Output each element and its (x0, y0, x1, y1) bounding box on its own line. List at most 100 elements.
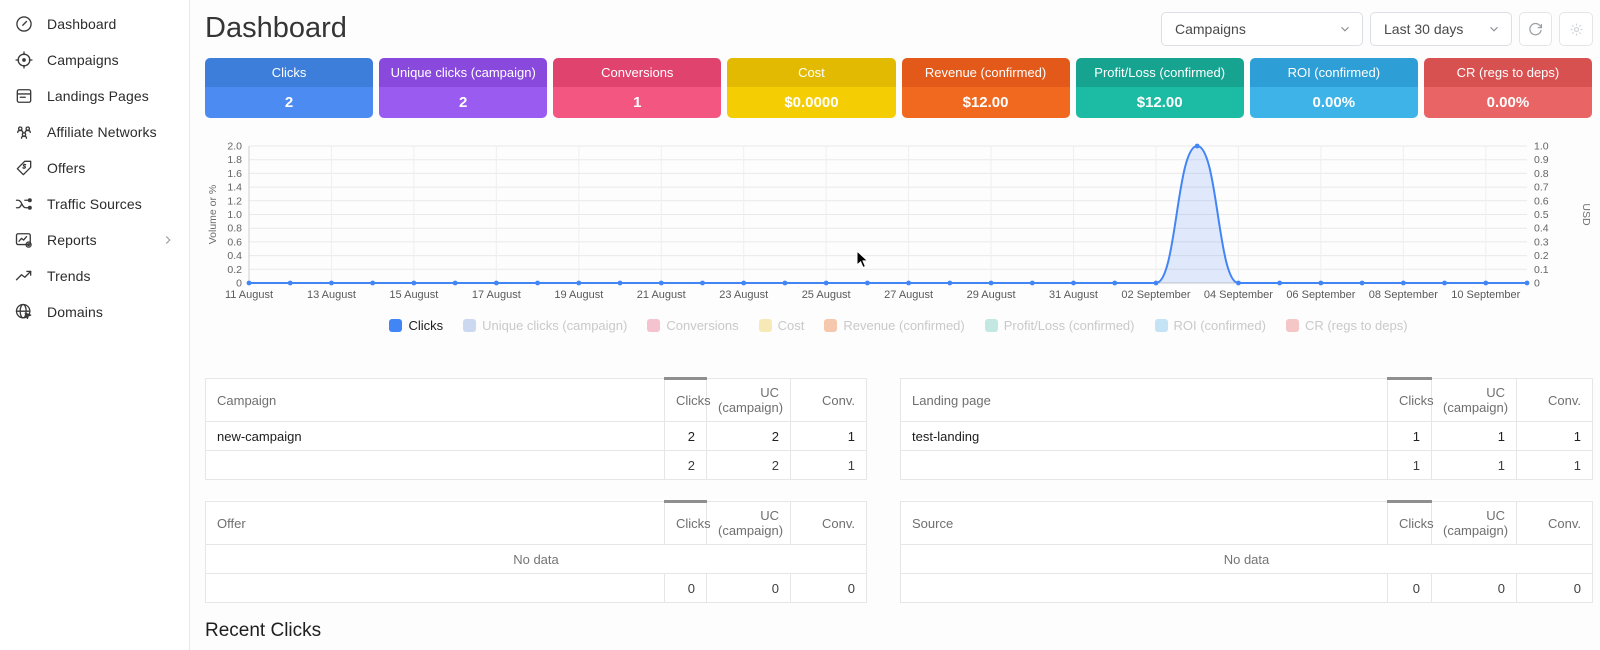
svg-text:0.4: 0.4 (227, 250, 242, 262)
sidebar-item-offers[interactable]: Offers (0, 150, 189, 186)
legend-item-cr-regs-to-deps[interactable]: CR (regs to deps) (1286, 318, 1408, 333)
sidebar-item-landings-pages[interactable]: Landings Pages (0, 78, 189, 114)
footer-value: 0 (791, 574, 867, 603)
offers-icon (14, 158, 34, 178)
column-header[interactable]: Conv. (791, 379, 867, 422)
svg-text:0: 0 (236, 278, 242, 290)
row-name[interactable]: new-campaign (206, 422, 665, 451)
kpi-card-clicks[interactable]: Clicks2 (205, 58, 373, 118)
footer-value: 2 (665, 451, 707, 480)
legend-item-clicks[interactable]: Clicks (389, 318, 443, 333)
sidebar-item-domains[interactable]: Domains (0, 294, 189, 330)
chart-legend: Clicks Unique clicks (campaign) Conversion… (205, 318, 1592, 333)
sidebar-item-reports[interactable]: Reports (0, 222, 189, 258)
svg-text:0.7: 0.7 (1534, 182, 1549, 194)
legend-item-revenue-confirmed[interactable]: Revenue (confirmed) (824, 318, 964, 333)
kpi-label: Cost (727, 58, 895, 87)
page-title: Dashboard (205, 12, 347, 45)
sidebar-item-trends[interactable]: Trends (0, 258, 189, 294)
svg-text:1.8: 1.8 (227, 154, 242, 166)
column-header[interactable]: Campaign (206, 379, 665, 422)
no-data-label: No data (206, 545, 867, 574)
legend-item-profit-loss-confirmed[interactable]: Profit/Loss (confirmed) (985, 318, 1135, 333)
legend-item-conversions[interactable]: Conversions (647, 318, 738, 333)
row-value: 1 (791, 422, 867, 451)
column-header[interactable]: Landing page (901, 379, 1388, 422)
campaigns-icon (14, 50, 34, 70)
sidebar-item-label: Reports (47, 232, 161, 248)
column-header[interactable]: Source (901, 502, 1388, 545)
chevron-down-icon (1487, 22, 1501, 36)
legend-item-cost[interactable]: Cost (759, 318, 805, 333)
svg-text:04 September: 04 September (1204, 289, 1273, 301)
column-header-sorted[interactable]: Clicks (665, 502, 707, 545)
kpi-card-profit-loss-confirmed[interactable]: Profit/Loss (confirmed)$12.00 (1076, 58, 1244, 118)
kpi-card-cost[interactable]: Cost$0.0000 (727, 58, 895, 118)
reports-icon (14, 230, 34, 250)
svg-text:15 August: 15 August (389, 289, 438, 301)
column-header[interactable]: UC (campaign) (1432, 502, 1517, 545)
column-header[interactable]: UC (campaign) (707, 502, 791, 545)
svg-text:11 August: 11 August (225, 289, 273, 301)
footer-value: 0 (1517, 574, 1593, 603)
kpi-card-cr-regs-to-deps[interactable]: CR (regs to deps)0.00% (1424, 58, 1592, 118)
column-header-sorted[interactable]: Clicks (1388, 379, 1432, 422)
legend-item-roi-confirmed[interactable]: ROI (confirmed) (1155, 318, 1266, 333)
svg-text:31 August: 31 August (1049, 289, 1098, 301)
svg-text:13 August: 13 August (307, 289, 356, 301)
sidebar-item-dashboard[interactable]: Dashboard (0, 6, 189, 42)
svg-text:0.6: 0.6 (227, 236, 242, 248)
table-footer-row: 000 (901, 574, 1593, 603)
dashboard-settings-button[interactable] (1559, 12, 1593, 46)
sidebar-item-campaigns[interactable]: Campaigns (0, 42, 189, 78)
column-header[interactable]: Conv. (1517, 502, 1593, 545)
footer-value: 1 (1432, 451, 1517, 480)
column-header[interactable]: Conv. (1517, 379, 1593, 422)
legend-swatch (463, 319, 476, 332)
no-data-label: No data (901, 545, 1593, 574)
campaign-stats-table: CampaignClicksUC (campaign)Conv.new-camp… (205, 377, 867, 480)
svg-text:17 August: 17 August (472, 289, 521, 301)
kpi-row: Clicks2Unique clicks (campaign)2Conversi… (205, 58, 1592, 118)
sidebar-item-traffic-sources[interactable]: Traffic Sources (0, 186, 189, 222)
svg-text:0.3: 0.3 (1534, 236, 1549, 248)
kpi-card-unique-clicks-campaign[interactable]: Unique clicks (campaign)2 (379, 58, 547, 118)
legend-swatch (824, 319, 837, 332)
column-header-sorted[interactable]: Clicks (1388, 502, 1432, 545)
kpi-label: Profit/Loss (confirmed) (1076, 58, 1244, 87)
source-stats-table: SourceClicksUC (campaign)Conv.No data000 (900, 500, 1593, 603)
footer-value: 1 (791, 451, 867, 480)
svg-text:0.1: 0.1 (1534, 264, 1549, 276)
table-row[interactable]: test-landing111 (901, 422, 1593, 451)
footer-value: 0 (1388, 574, 1432, 603)
legend-swatch (759, 319, 772, 332)
legend-label: Profit/Loss (confirmed) (1004, 318, 1135, 333)
column-header[interactable]: Conv. (791, 502, 867, 545)
campaign-filter-select[interactable]: Campaigns (1161, 12, 1363, 46)
column-header[interactable]: Offer (206, 502, 665, 545)
column-header[interactable]: UC (campaign) (1432, 379, 1517, 422)
kpi-card-conversions[interactable]: Conversions1 (553, 58, 721, 118)
svg-text:02 September: 02 September (1121, 289, 1190, 301)
svg-text:1.0: 1.0 (227, 209, 242, 221)
row-name[interactable]: test-landing (901, 422, 1388, 451)
legend-label: Unique clicks (campaign) (482, 318, 627, 333)
kpi-value: 1 (553, 87, 721, 118)
footer-value: 0 (1432, 574, 1517, 603)
refresh-button[interactable] (1519, 12, 1552, 46)
legend-item-unique-clicks-campaign[interactable]: Unique clicks (campaign) (463, 318, 627, 333)
legend-label: Clicks (408, 318, 443, 333)
column-header[interactable]: UC (campaign) (707, 379, 791, 422)
legend-label: Cost (778, 318, 805, 333)
date-range-select[interactable]: Last 30 days (1370, 12, 1512, 46)
chevron-right-icon (161, 233, 175, 247)
sidebar-item-affiliate-networks[interactable]: Affiliate Networks (0, 114, 189, 150)
sidebar-item-label: Offers (47, 160, 175, 176)
table-row[interactable]: new-campaign221 (206, 422, 867, 451)
column-header-sorted[interactable]: Clicks (665, 379, 707, 422)
domains-icon (14, 302, 34, 322)
kpi-card-roi-confirmed[interactable]: ROI (confirmed)0.00% (1250, 58, 1418, 118)
svg-text:0.5: 0.5 (1534, 209, 1549, 221)
sidebar-item-label: Dashboard (47, 16, 175, 32)
kpi-card-revenue-confirmed[interactable]: Revenue (confirmed)$12.00 (902, 58, 1070, 118)
